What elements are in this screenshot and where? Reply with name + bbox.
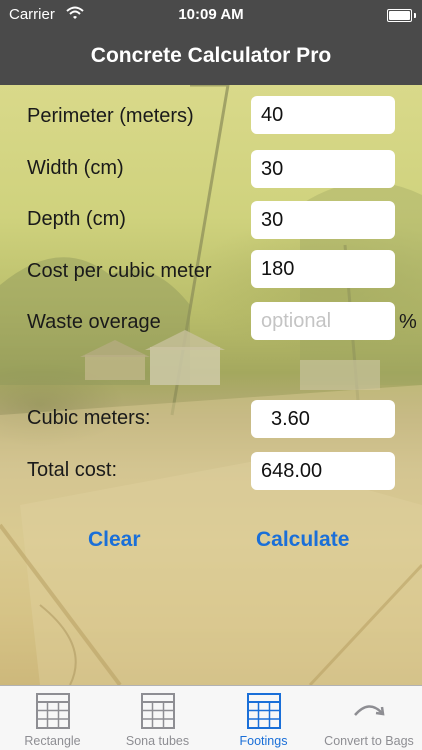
percent-unit: % xyxy=(399,311,417,333)
tab-rectangle[interactable]: Rectangle xyxy=(0,686,105,750)
grid-icon xyxy=(247,693,281,729)
tab-bar: Rectangle Sona tubes Footings Convert to… xyxy=(0,685,422,750)
status-bar: Carrier 10:09 AM xyxy=(0,0,422,30)
page-title: Concrete Calculator Pro xyxy=(90,44,332,67)
grid-icon xyxy=(141,693,175,729)
tab-sona-tubes-label: Sona tubes xyxy=(125,734,190,748)
width-label: Width (cm) xyxy=(27,157,124,179)
waste-label: Waste overage xyxy=(27,311,161,333)
depth-input[interactable]: 30 xyxy=(251,201,395,239)
width-input[interactable]: 30 xyxy=(251,150,395,188)
tab-convert-to-bags[interactable]: Convert to Bags xyxy=(316,686,422,750)
navigation-bar: Concrete Calculator Pro xyxy=(0,30,422,85)
calculate-button[interactable]: Calculate xyxy=(256,528,349,552)
grid-icon xyxy=(36,693,70,729)
perimeter-label: Perimeter (meters) xyxy=(27,105,194,127)
curved-arrow-icon xyxy=(354,705,385,716)
tab-footings-label: Footings xyxy=(239,734,288,748)
cost-input[interactable]: 180 xyxy=(251,250,395,288)
clear-button[interactable]: Clear xyxy=(88,528,141,552)
tab-rectangle-label: Rectangle xyxy=(24,734,81,748)
status-time: 10:09 AM xyxy=(178,6,244,23)
tab-footings[interactable]: Footings xyxy=(211,686,316,750)
app-screen: Carrier 10:09 AM Concrete Calculator Pro xyxy=(0,0,422,750)
battery-icon xyxy=(387,9,416,22)
cubic-meters-output: 3.60 xyxy=(251,400,395,438)
cost-label: Cost per cubic meter xyxy=(27,260,212,282)
content-area: Perimeter (meters) 40 Width (cm) 30 Dept… xyxy=(0,85,422,685)
total-cost-label: Total cost: xyxy=(27,459,118,481)
total-cost-output: 648.00 xyxy=(251,452,395,490)
depth-label: Depth (cm) xyxy=(27,208,126,230)
waste-input[interactable]: optional xyxy=(251,302,395,340)
perimeter-input[interactable]: 40 xyxy=(251,96,395,134)
tab-convert-to-bags-label: Convert to Bags xyxy=(324,734,414,748)
cubic-meters-label: Cubic meters: xyxy=(27,407,151,429)
tab-sona-tubes[interactable]: Sona tubes xyxy=(105,686,210,750)
